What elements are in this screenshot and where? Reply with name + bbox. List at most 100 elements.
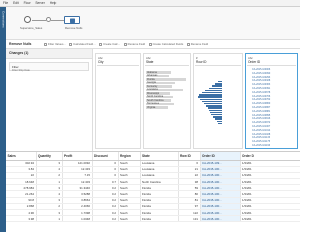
connections-label: Connections bbox=[1, 11, 6, 28]
column-header[interactable]: Order ID bbox=[200, 152, 241, 161]
order-id-value[interactable]: CA-2015-100328 bbox=[252, 79, 270, 82]
rename-field-button[interactable]: Rename Field bbox=[123, 42, 145, 46]
state-value-bar[interactable]: North Carolina bbox=[146, 95, 173, 98]
row-id-bin[interactable] bbox=[208, 109, 222, 111]
row-id-bin[interactable] bbox=[198, 96, 222, 98]
row-id-bin[interactable] bbox=[214, 83, 222, 85]
row-id-bin[interactable] bbox=[202, 100, 222, 103]
row-id-bin[interactable] bbox=[201, 92, 222, 94]
order-id-value[interactable]: CA-2015-100678 bbox=[252, 91, 270, 94]
state-value-bar[interactable]: Arkansas bbox=[146, 74, 170, 77]
row-id-bin[interactable] bbox=[204, 103, 222, 105]
create-calc-button[interactable]: Create Calc... bbox=[99, 42, 120, 46]
order-id-value[interactable]: CA-2015-100090 bbox=[252, 72, 270, 75]
order-id-value[interactable]: CA-2015-100916 bbox=[252, 117, 270, 120]
order-id-value[interactable]: CA-2015-101028 bbox=[252, 133, 270, 136]
order-id-value[interactable]: CA-2015-101133 bbox=[252, 136, 270, 139]
row-id-bin[interactable] bbox=[212, 116, 222, 118]
state-value-bar[interactable]: Tennessee bbox=[146, 102, 174, 105]
state-value-bar[interactable]: Georgia bbox=[146, 81, 176, 84]
menu-file[interactable]: File bbox=[3, 1, 8, 5]
row-id-bin[interactable] bbox=[207, 107, 222, 109]
menu-help[interactable]: Help bbox=[50, 1, 57, 5]
state-value-bar[interactable]: Mississippi bbox=[146, 92, 171, 95]
order-id-value[interactable]: CA-2015-101175 bbox=[252, 140, 270, 143]
order-id-value[interactable]: CA-2015-100363 bbox=[252, 83, 270, 86]
column-header[interactable]: Discount bbox=[92, 152, 119, 161]
order-id-value[interactable]: CA-2015-100895 bbox=[252, 114, 270, 117]
table-cell[interactable]: 131 bbox=[178, 215, 201, 223]
menu-server[interactable]: Server bbox=[35, 1, 44, 5]
order-id-value[interactable]: CA-2015-100391 bbox=[252, 87, 270, 90]
rename-field-button-2[interactable]: Rename Field bbox=[186, 42, 208, 46]
column-header[interactable]: State bbox=[140, 152, 179, 161]
changes-header: Changes (1) bbox=[6, 49, 92, 59]
filter-icon bbox=[44, 42, 47, 46]
row-id-bin[interactable] bbox=[218, 122, 222, 125]
table-cell[interactable]: 1.0348 bbox=[62, 215, 93, 223]
profile-pane: Abc City Abc State Alabama Arkansas Florid… bbox=[93, 49, 300, 151]
order-id-value[interactable]: CA-2015-100881 bbox=[252, 110, 270, 113]
profile-card-order-id[interactable]: Abc Order ID CA-2015-100006 CA-2015-10009… bbox=[245, 53, 298, 149]
order-id-value[interactable]: CA-2015-100762 bbox=[252, 98, 270, 101]
field-name: Row ID bbox=[196, 60, 207, 64]
clean-step-node[interactable] bbox=[64, 16, 80, 24]
data-grid[interactable]: Sales Quantity Profit Discount Region State Ro… bbox=[6, 151, 300, 232]
row-id-bin[interactable] bbox=[211, 114, 222, 116]
row-id-histogram[interactable] bbox=[196, 67, 240, 146]
state-value-bar[interactable]: Louisiana bbox=[146, 88, 183, 91]
row-id-bin[interactable] bbox=[210, 111, 222, 114]
order-id-value[interactable]: CA-2015-101196 bbox=[252, 144, 270, 147]
order-id-value-list[interactable]: CA-2015-100006 CA-2015-100090 CA-2015-1002… bbox=[248, 67, 295, 147]
profile-card-row-id[interactable]: # Row ID bbox=[193, 53, 243, 149]
state-value-bar[interactable]: Kentucky bbox=[146, 85, 173, 88]
menu-flow[interactable]: Flow bbox=[24, 1, 31, 5]
order-id-value[interactable]: CA-2015-100867 bbox=[252, 106, 270, 109]
order-id-value[interactable]: CA-2015-100706 bbox=[252, 95, 270, 98]
table-cell[interactable]: South bbox=[118, 215, 141, 223]
column-header[interactable]: Profit bbox=[62, 152, 93, 161]
create-calculated-fields-button[interactable]: Create Calculated Fields bbox=[148, 42, 183, 46]
column-header[interactable]: Region bbox=[118, 152, 141, 161]
state-value-bar[interactable]: South Carolina bbox=[146, 99, 172, 102]
table-cell[interactable]: 1 bbox=[36, 215, 63, 223]
column-header[interactable]: Quantity bbox=[36, 152, 63, 161]
flow-canvas[interactable]: Superstore_Sales Remove Nulls bbox=[6, 7, 300, 40]
order-id-value[interactable]: CA-2015-101014 bbox=[252, 129, 270, 132]
row-id-bin[interactable] bbox=[205, 89, 222, 92]
order-id-value[interactable]: CA-2015-100860 bbox=[252, 102, 270, 105]
state-value-bar[interactable]: Florida bbox=[146, 78, 186, 81]
row-id-bin[interactable] bbox=[200, 98, 222, 100]
table-cell[interactable]: 0.2 bbox=[92, 215, 119, 223]
table-cell[interactable]: 1/3/201 bbox=[240, 215, 300, 223]
profile-card-state[interactable]: Abc State Alabama Arkansas Florida Georgia K… bbox=[143, 53, 191, 149]
table-cell[interactable]: 3.98 bbox=[6, 215, 37, 223]
state-value-bar[interactable]: Virginia bbox=[146, 106, 168, 109]
order-id-value[interactable]: CA-2015-100972 bbox=[252, 121, 270, 124]
table-row[interactable]: 3.98 1 1.0348 0.2 South Florida 131 CA-2015-100… bbox=[6, 215, 300, 223]
menu-edit[interactable]: Edit bbox=[13, 1, 19, 5]
row-id-bin[interactable] bbox=[211, 85, 222, 87]
order-id-value[interactable]: CA-2015-101007 bbox=[252, 125, 270, 128]
column-header[interactable]: Order D bbox=[240, 152, 300, 161]
table-cell[interactable]: CA-2015-100... bbox=[200, 215, 241, 223]
order-id-value[interactable]: CA-2015-100293 bbox=[252, 76, 270, 79]
profile-card-city[interactable]: Abc City bbox=[95, 53, 141, 149]
change-item[interactable]: Filter Filter Ship Date bbox=[9, 62, 89, 72]
state-value-list[interactable]: Alabama Arkansas Florida Georgia Kentucky Lou… bbox=[146, 67, 188, 146]
row-id-bin[interactable] bbox=[214, 118, 222, 120]
column-header[interactable]: Sales bbox=[6, 152, 37, 161]
order-id-value[interactable]: CA-2015-100006 bbox=[252, 68, 270, 71]
row-id-bin[interactable] bbox=[217, 81, 222, 83]
row-id-bin[interactable] bbox=[208, 87, 222, 89]
change-item-title: Filter bbox=[12, 64, 19, 69]
filter-values-button[interactable]: Filter Values... bbox=[44, 42, 66, 46]
calculated-field-button[interactable]: Calculated Field... bbox=[69, 42, 96, 46]
table-cell[interactable]: Florida bbox=[140, 215, 179, 223]
connections-tab[interactable]: Connections bbox=[1, 11, 5, 71]
state-value-bar[interactable]: Alabama bbox=[146, 71, 172, 74]
row-id-bin[interactable] bbox=[206, 105, 222, 107]
row-id-bin[interactable] bbox=[199, 94, 222, 96]
column-header[interactable]: Row ID bbox=[178, 152, 201, 161]
row-id-bin[interactable] bbox=[216, 120, 222, 122]
